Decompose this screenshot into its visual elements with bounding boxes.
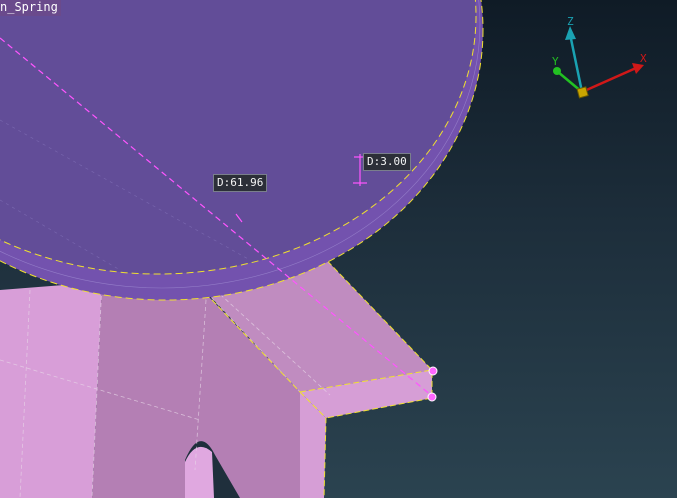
orientation-triad[interactable]: Z X Y: [552, 15, 647, 99]
depth-dimension-tag[interactable]: D:3.00: [363, 153, 411, 171]
disc-part[interactable]: [0, 0, 484, 301]
model-name-label: n_Spring: [0, 0, 61, 16]
y-axis-label: Y: [552, 55, 559, 68]
triad-origin-icon: [576, 86, 589, 99]
selection-point[interactable]: [428, 366, 438, 376]
bracket-slot-wall: [185, 446, 214, 498]
y-axis-ball-icon: [553, 67, 561, 75]
disc-face[interactable]: [0, 0, 476, 274]
z-axis-label: Z: [567, 15, 574, 28]
selection-point[interactable]: [427, 392, 437, 402]
model-scene[interactable]: Z X Y: [0, 0, 677, 498]
x-axis: [581, 66, 637, 94]
diameter-dimension-tag[interactable]: D:61.96: [213, 174, 268, 192]
z-axis-arrow-icon: [565, 26, 576, 40]
bracket-left-face[interactable]: [0, 282, 102, 498]
3d-viewport[interactable]: Z X Y n_Spring D:61.96 D:3.00: [0, 0, 677, 498]
x-axis-label: X: [640, 52, 647, 65]
